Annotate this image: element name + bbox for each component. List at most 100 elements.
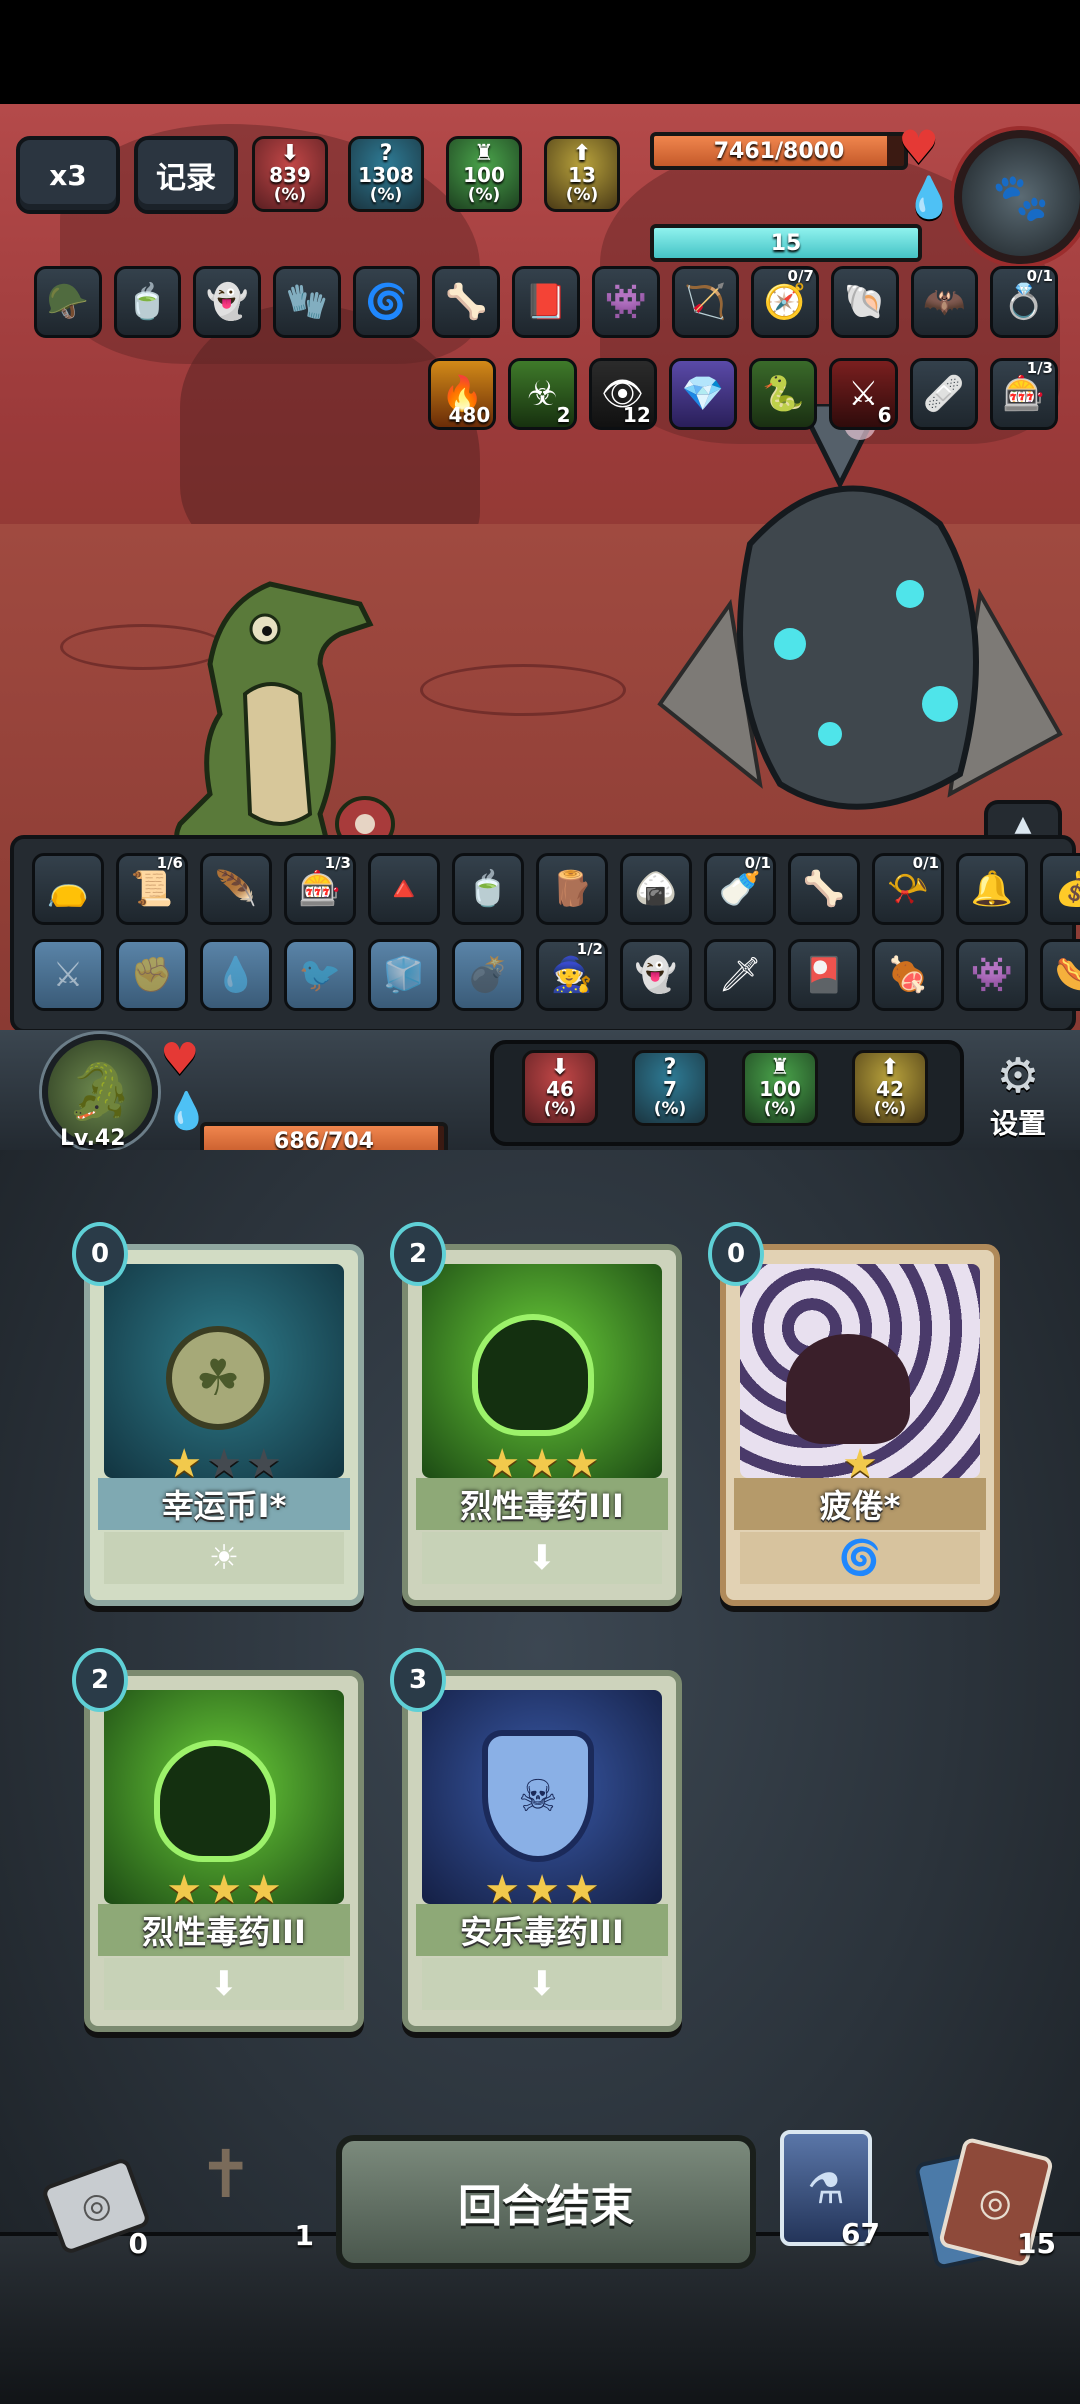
item-claw[interactable]: 🦴 [788,853,860,925]
item-red-creature[interactable]: 👾 [956,939,1028,1011]
item-bell[interactable]: 🔔 [956,853,1028,925]
hand-card-5[interactable]: ☠ ★ ★ ★ 安乐毒药III ⬇ 3 [390,1648,682,2032]
buff-wound[interactable]: ⚔ 6 [829,358,898,430]
exhaust-pile[interactable]: ◎ 0 [40,2156,152,2260]
item-empty-slot[interactable]: 🐦 [284,939,356,1011]
item-ghost-doll[interactable]: 👻 [620,939,692,1011]
item-wood[interactable]: 🪵 [536,853,608,925]
buff-poison[interactable]: ☣ 2 [508,358,577,430]
item-count: 0/1 [744,854,771,872]
item-wizard[interactable]: 🧙 1/2 [536,939,608,1011]
relic-glove[interactable]: 🧤 [273,266,341,338]
item-empty-slot[interactable]: ⚔ [32,939,104,1011]
end-turn-button[interactable]: 回合结束 [336,2135,756,2269]
enemy-portrait[interactable]: 🐾 [954,130,1080,264]
gear-icon: ⚙ [996,1048,1040,1104]
settings-button[interactable]: ⚙ 设置 [976,1050,1060,1142]
relic-ring[interactable]: 💍 0/1 [990,266,1058,338]
buff-crystal[interactable]: 💎 [668,358,737,430]
enemy-buff-row: 🔥 480 ☣ 2 👁 12 💎 🐍 ⚔ 6 🩹 🎰 1/3 [428,358,1058,432]
item-empty-slot[interactable]: 💧 [200,939,272,1011]
buff-flame[interactable]: 🔥 480 [428,358,497,430]
item-empty-slot[interactable]: 💣 [452,939,524,1011]
relic-shell[interactable]: 🐚 [830,266,899,338]
paw-icon: 🐾 [992,169,1050,224]
bowl-icon: 🍵 [126,282,169,322]
grave-count: 1 [294,2219,314,2252]
item-scroll[interactable]: 📜 1/6 [116,853,188,925]
tired-figure-icon [786,1334,910,1444]
record-button[interactable]: 记录 [134,136,238,214]
relic-claw[interactable]: 🦴 [432,266,501,338]
item-empty-slot[interactable]: 🧊 [368,939,440,1011]
item-sausage[interactable]: 🌭 [1040,939,1080,1011]
down-arrow-icon: ⬇ [550,1055,570,1080]
item-sack[interactable]: 👝 [32,853,104,925]
player-stat-power[interactable]: ⬆ 42 (%) [852,1050,928,1126]
item-pouch[interactable]: 💰 [1040,853,1080,925]
relic-wing[interactable]: 🦇 [910,266,979,338]
item-meat[interactable]: 🍖 [872,939,944,1011]
bowl-icon: 🍵 [466,869,510,909]
card-cost: 2 [72,1648,128,1712]
item-pyramid[interactable]: 🔺 [368,853,440,925]
bandage-icon: 🩹 [922,374,965,414]
buff-slot-machine[interactable]: 🎰 1/3 [989,358,1058,430]
hand-card-3[interactable]: ★ 疲倦* 🌀 0 [708,1222,1000,1606]
player-stat-defense[interactable]: ♜ 100 (%) [742,1050,818,1126]
ghost-icon: 👻 [206,282,249,322]
enemy-hp-text: 7461/8000 [713,138,845,164]
enemy-stat-attack-value: 839 [269,163,311,187]
enemy-stat-luck[interactable]: ? 1308 (%) [348,136,424,212]
enemy-relic-row: 🪖 🍵 👻 🧤 🌀 🦴 📕 👾 🏹 🧭 0/7 🐚 🦇 💍 0/1 [34,266,1058,340]
player-stat-power-value: 42 [876,1077,904,1101]
card-name: 疲倦* [734,1478,986,1530]
draw-pile[interactable]: ⚗ 67 [776,2126,880,2250]
item-pacifier[interactable]: 🍼 0/1 [704,853,776,925]
sword-icon: ⚔ [52,955,84,995]
buff-serpent[interactable]: 🐍 [749,358,818,430]
ghost-icon: 👻 [634,955,678,995]
hand-card-4[interactable]: ★ ★ ★ 烈性毒药III ⬇ 2 [72,1648,364,2032]
card-art: ★ ★ ★ [422,1264,662,1478]
relic-helmet[interactable]: 🪖 [34,266,102,338]
relic-book[interactable]: 📕 [512,266,580,338]
item-feather[interactable]: 🪶 [200,853,272,925]
enemy-stat-power[interactable]: ⬆ 13 (%) [544,136,620,212]
red-creature-icon: 👾 [604,282,647,322]
enemy-stat-defense[interactable]: ♜ 100 (%) [446,136,522,212]
inventory-panel: 👝 📜 1/6 🪶 🎰 1/3 🔺 🍵 🪵 🍙 🍼 0/1 🦴 📯 0/1 🔔 💰 ⚔ … [10,835,1080,1033]
buff-blind[interactable]: 👁 12 [588,358,657,430]
item-rice-ball[interactable]: 🍙 [620,853,692,925]
speed-button[interactable]: x3 [16,136,120,214]
relic-bowl[interactable]: 🍵 [113,266,182,338]
item-bowl[interactable]: 🍵 [452,853,524,925]
item-card-box[interactable]: 🎴 [788,939,860,1011]
relic-swirl[interactable]: 🌀 [352,266,421,338]
card-name: 幸运币I* [98,1478,350,1530]
item-count: 0/1 [912,854,939,872]
relic-compass[interactable]: 🧭 0/7 [751,266,819,338]
card-name: 安乐毒药III [416,1904,668,1956]
enemy-stat-attack[interactable]: ⬇ 839 (%) [252,136,328,212]
hand-card-1[interactable]: ☘ ★ ★ ★ 幸运币I* ☀ 0 [72,1222,364,1606]
relic-arrows[interactable]: 🏹 [671,266,740,338]
player-stat-attack[interactable]: ⬇ 46 (%) [522,1050,598,1126]
relic-ghost-doll[interactable]: 👻 [193,266,262,338]
discard-pile[interactable]: ◎ 15 [913,2136,1060,2270]
sausage-icon: 🌭 [1054,955,1080,995]
horn-icon: 📯 [886,869,930,909]
enemy-stat-luck-value: 1308 [358,163,414,187]
grave-pile[interactable]: ✝ 1 [186,2136,320,2256]
relic-red-creature[interactable]: 👾 [591,266,660,338]
dagger-icon: 🗡 [718,955,762,995]
item-empty-slot[interactable]: ✊ [116,939,188,1011]
player-stat-luck[interactable]: ? 7 (%) [632,1050,708,1126]
buff-bandage[interactable]: 🩹 [909,358,978,430]
wizard-icon: 🧙 [550,955,594,995]
item-horn[interactable]: 📯 0/1 [872,853,944,925]
item-slot-machine[interactable]: 🎰 1/3 [284,853,356,925]
inventory-row-1: 👝 📜 1/6 🪶 🎰 1/3 🔺 🍵 🪵 🍙 🍼 0/1 🦴 📯 0/1 🔔 💰 [32,853,1080,925]
hand-card-2[interactable]: ★ ★ ★ 烈性毒药III ⬇ 2 [390,1222,682,1606]
item-dagger[interactable]: 🗡 [704,939,776,1011]
